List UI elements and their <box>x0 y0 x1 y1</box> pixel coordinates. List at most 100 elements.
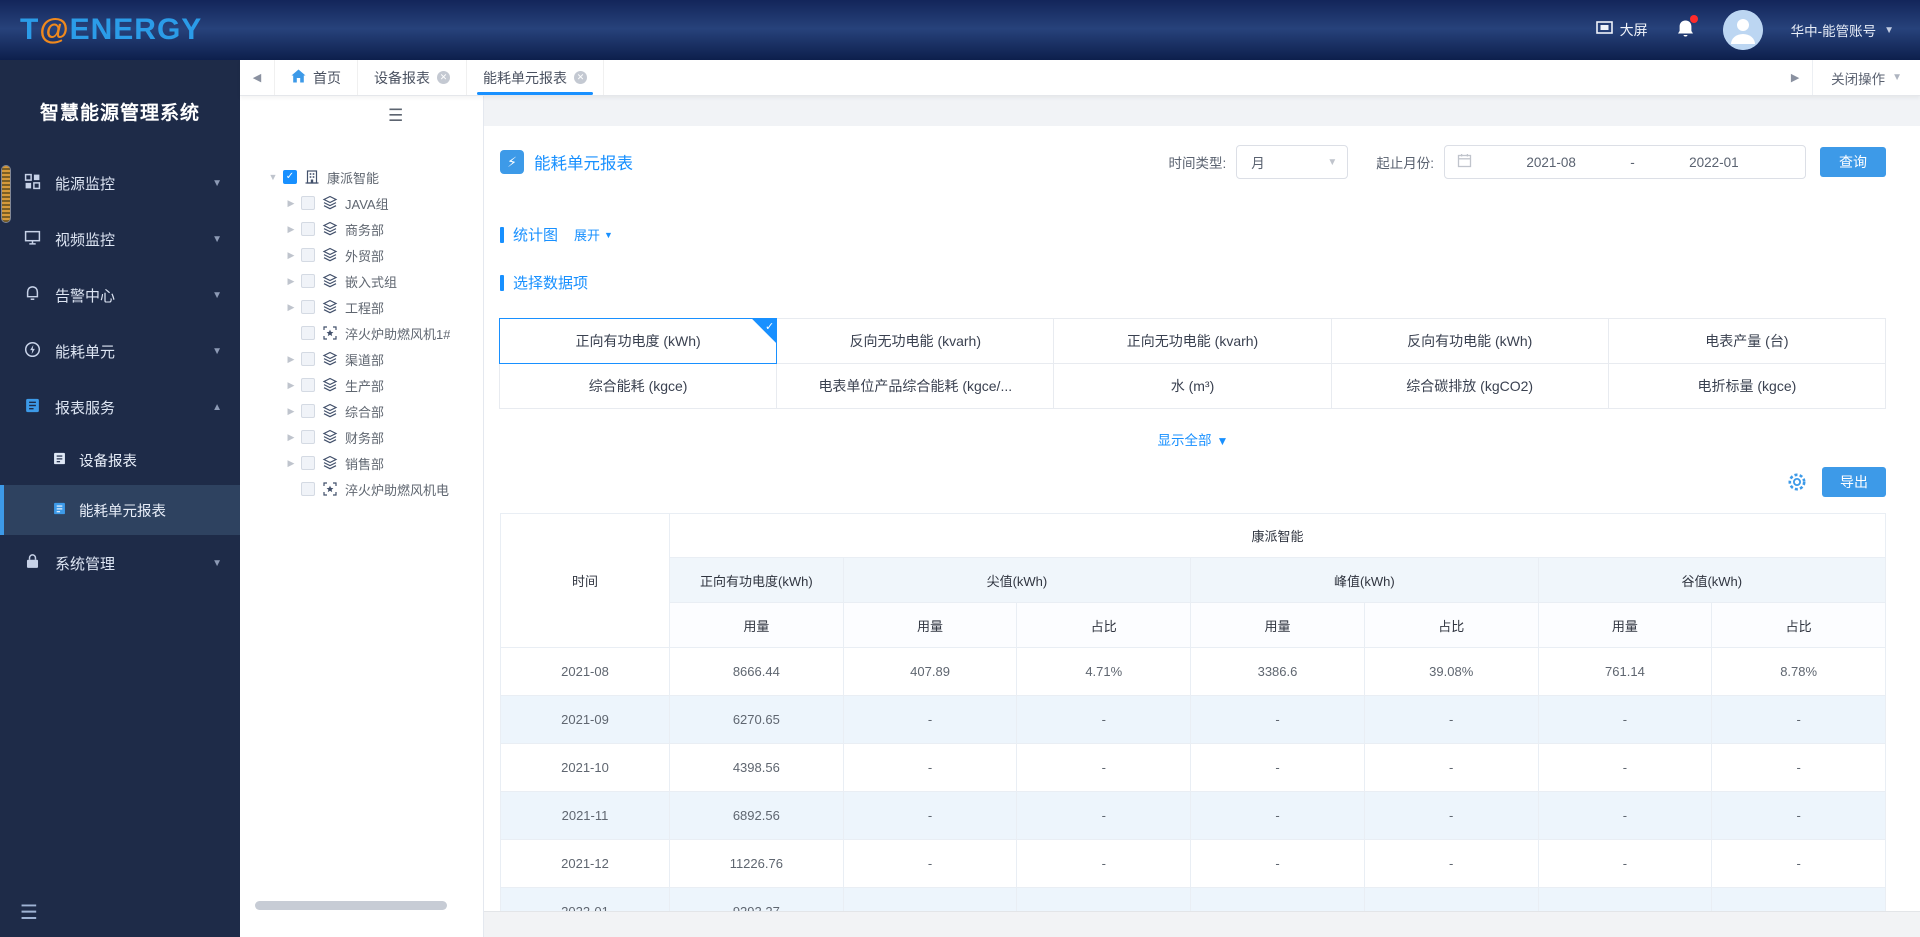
tabs-scroll-right-icon[interactable]: ▶ <box>1778 60 1812 95</box>
close-icon[interactable]: ✕ <box>437 71 450 84</box>
sidebar-item-1[interactable]: 视频监控 ▼ <box>0 211 240 267</box>
tree-item-9[interactable]: ▶ 综合部 <box>240 398 483 424</box>
expand-icon[interactable]: ▶ <box>284 250 298 261</box>
tree-item-7[interactable]: ▶ 渠道部 <box>240 346 483 372</box>
cell-value: - <box>1190 743 1365 792</box>
tree-item-8[interactable]: ▶ 生产部 <box>240 372 483 398</box>
content-hscrollbar-track[interactable] <box>484 911 1920 937</box>
checkbox[interactable] <box>301 430 315 444</box>
sidebar-subitem-1[interactable]: 能耗单元报表 <box>0 485 240 535</box>
layers-icon <box>322 195 338 211</box>
cell-value: 8666.44 <box>668 647 844 696</box>
tab-0[interactable]: 首页 <box>274 60 357 95</box>
close-operations-menu[interactable]: 关闭操作 ▼ <box>1812 60 1920 95</box>
sidebar-scroll-stripe[interactable] <box>2 166 10 222</box>
data-item-label: 电表产量 (台) <box>1705 333 1789 349</box>
chart-expand-toggle[interactable]: 展开 ▼ <box>574 225 613 244</box>
data-item-button-0[interactable]: 正向有功电度 (kWh) ✓ <box>499 318 778 364</box>
data-item-button-3[interactable]: 反向有功电能 (kWh) <box>1330 318 1609 364</box>
tree-item-3[interactable]: ▶ 外贸部 <box>240 242 483 268</box>
data-item-button-7[interactable]: 水 (m³) <box>1053 363 1332 409</box>
sidebar-subitem-0[interactable]: 设备报表 <box>0 435 240 485</box>
checkbox[interactable] <box>301 248 315 262</box>
checkbox[interactable] <box>301 196 315 210</box>
expand-icon[interactable]: ▶ <box>284 224 298 235</box>
tree-item-1[interactable]: ▶ JAVA组 <box>240 190 483 216</box>
data-item-button-6[interactable]: 电表单位产品综合能耗 (kgce/... <box>776 363 1055 409</box>
data-item-button-5[interactable]: 综合能耗 (kgce) <box>499 363 778 409</box>
expand-icon[interactable]: ▶ <box>284 276 298 287</box>
tree-item-12[interactable]: 淬火炉助燃风机电 <box>240 476 483 502</box>
query-button[interactable]: 查询 <box>1820 147 1886 177</box>
checkbox[interactable] <box>301 378 315 392</box>
checkbox[interactable] <box>301 352 315 366</box>
checkbox[interactable] <box>301 404 315 418</box>
checkbox[interactable] <box>301 326 315 340</box>
account-menu[interactable]: 华中-能管账号 ▼ <box>1791 20 1894 40</box>
expand-icon[interactable]: ▶ <box>284 380 298 391</box>
expand-icon[interactable]: ▶ <box>284 458 298 469</box>
sidebar: 智慧能源管理系统 能源监控 ▼ 视频监控 ▼ 告警中心 ▼ 能耗单元 ▼ 报表服… <box>0 60 240 937</box>
sidebar-item-5[interactable]: 系统管理 ▼ <box>0 535 240 591</box>
checkbox[interactable] <box>301 222 315 236</box>
data-item-button-9[interactable]: 电折标量 (kgce) <box>1607 363 1886 409</box>
collapse-icon[interactable]: ▼ <box>266 172 280 182</box>
sidebar-item-3[interactable]: 能耗单元 ▼ <box>0 323 240 379</box>
close-icon[interactable]: ✕ <box>574 71 587 84</box>
sub-header-2: 占比 <box>1016 602 1192 648</box>
time-type-select[interactable]: 月 ▼ <box>1236 145 1349 179</box>
tab-1[interactable]: 设备报表 ✕ <box>357 60 466 95</box>
expand-icon[interactable]: ▶ <box>284 406 298 417</box>
data-item-button-4[interactable]: 电表产量 (台) <box>1607 318 1886 364</box>
checkbox[interactable] <box>301 456 315 470</box>
expand-icon[interactable]: ▶ <box>284 354 298 365</box>
data-item-button-2[interactable]: 正向无功电能 (kvarh) <box>1053 318 1332 364</box>
tree-item-label: 渠道部 <box>345 352 385 368</box>
data-item-button-1[interactable]: 反向无功电能 (kvarh) <box>776 318 1055 364</box>
expand-icon[interactable]: ▶ <box>284 302 298 313</box>
tree-item-2[interactable]: ▶ 商务部 <box>240 216 483 242</box>
data-item-label: 综合能耗 (kgce) <box>588 378 688 394</box>
checkbox[interactable] <box>301 274 315 288</box>
export-button[interactable]: 导出 <box>1822 467 1886 497</box>
tree-item-11[interactable]: ▶ 销售部 <box>240 450 483 476</box>
sidebar-collapse-icon[interactable]: ☰ <box>20 900 38 925</box>
triangle-down-icon: ▼ <box>1216 434 1229 448</box>
data-item-button-8[interactable]: 综合碳排放 (kgCO2) <box>1330 363 1609 409</box>
tree-item-5[interactable]: ▶ 工程部 <box>240 294 483 320</box>
tree-menu-icon[interactable]: ☰ <box>388 106 403 126</box>
tabs-scroll-left-icon[interactable]: ◀ <box>240 60 274 95</box>
tab-label: 能耗单元报表 <box>483 69 567 86</box>
sidebar-item-0[interactable]: 能源监控 ▼ <box>0 155 240 211</box>
show-all-toggle[interactable]: 显示全部 ▼ <box>500 429 1886 449</box>
big-screen-button[interactable]: 大屏 <box>1595 20 1648 40</box>
avatar[interactable] <box>1722 10 1763 50</box>
cell-value: - <box>842 743 1018 792</box>
sidebar-item-2[interactable]: 告警中心 ▼ <box>0 267 240 323</box>
tree-item-label: 综合部 <box>345 404 385 420</box>
cell-value: - <box>842 839 1018 888</box>
cell-value: - <box>1711 791 1886 840</box>
notification-bell-button[interactable] <box>1676 14 1698 42</box>
column-settings-gear-icon[interactable] <box>1786 471 1808 493</box>
expand-icon[interactable]: ▶ <box>284 432 298 443</box>
month-range-input[interactable]: 2021-08 - 2022-01 <box>1444 145 1806 179</box>
tab-label: 设备报表 <box>374 69 430 86</box>
tab-2[interactable]: 能耗单元报表 ✕ <box>466 60 604 95</box>
layers-icon <box>322 273 338 289</box>
cell-value: - <box>1711 695 1886 744</box>
cell-time: 2021-09 <box>500 695 670 744</box>
sidebar-item-4[interactable]: 报表服务 ▲ <box>0 379 240 435</box>
checkbox[interactable] <box>301 300 315 314</box>
sub-header-4: 占比 <box>1363 602 1539 648</box>
tree-item-root[interactable]: ▼ ✓ 康派智能 <box>240 164 483 190</box>
tree-item-10[interactable]: ▶ 财务部 <box>240 424 483 450</box>
tree-item-4[interactable]: ▶ 嵌入式组 <box>240 268 483 294</box>
big-screen-label: 大屏 <box>1619 22 1648 38</box>
tree-hscrollbar[interactable] <box>255 901 447 910</box>
expand-icon[interactable]: ▶ <box>284 198 298 209</box>
tree-item-6[interactable]: 淬火炉助燃风机1# <box>240 320 483 346</box>
tree-item-label: 商务部 <box>345 222 385 238</box>
checkbox-checked[interactable]: ✓ <box>283 170 297 184</box>
checkbox[interactable] <box>301 482 315 496</box>
